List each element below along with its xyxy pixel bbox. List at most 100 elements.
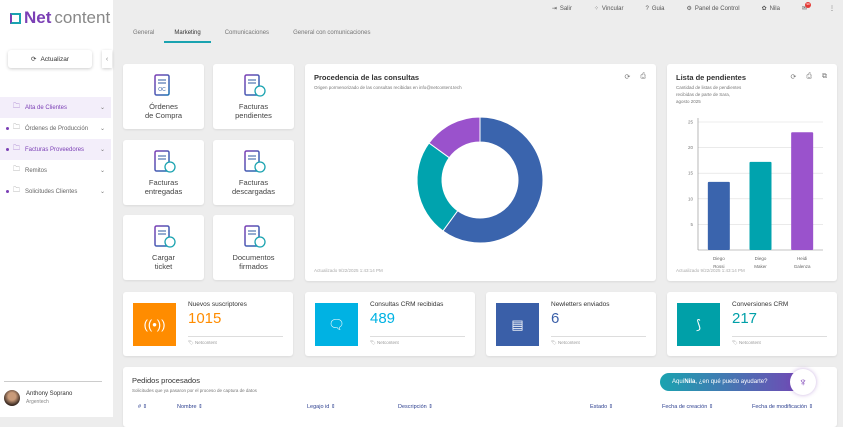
logo[interactable]: Net content	[10, 8, 110, 28]
collapse-sidebar-button[interactable]: ‹	[102, 50, 112, 68]
user-company: Argentech	[26, 399, 49, 405]
user-profile[interactable]: Anthony Soprano Argentech	[4, 381, 102, 406]
tile-4[interactable]: Cargar ticket	[123, 215, 204, 280]
tile-1[interactable]: Facturas pendientes	[213, 64, 294, 129]
column-header-label: Legajo id	[307, 404, 330, 410]
tile-5[interactable]: Documentos firmados	[213, 215, 294, 280]
tile-0[interactable]: OC Órdenes de Compra	[123, 64, 204, 129]
tab-general-comunicaciones[interactable]: General con comunicaciones	[283, 30, 380, 43]
column-header-label: Estado	[590, 404, 608, 410]
kpi-source: 🏷 Netcontent	[188, 340, 217, 346]
tag-icon: 🏷	[551, 340, 558, 345]
nila-button[interactable]: ✿ Nila	[762, 5, 780, 12]
kpi-value: 217	[732, 310, 758, 327]
kpi-source: 🏷 Netcontent	[732, 340, 761, 346]
x-tick-label: Diego	[755, 256, 767, 261]
assistant-bot-icon[interactable]: ♆	[790, 369, 816, 395]
sidebar-item-label: Órdenes de Producción	[25, 125, 89, 132]
sidebar-item-label: Alta de Clientes	[25, 104, 68, 111]
kpi-value: 6	[551, 310, 560, 327]
bar[interactable]	[749, 161, 772, 250]
column-header[interactable]: # ⇕	[138, 404, 147, 410]
kpi-card: ((•)) Nuevos suscriptores 1015 🏷 Netcontent	[123, 292, 293, 356]
kpi-title: Conversiones CRM	[732, 301, 789, 308]
tab-marketing[interactable]: Marketing	[164, 30, 211, 43]
refresh-button[interactable]: ⟳ Actualizar	[8, 50, 92, 68]
updated-text: Actualizado 9/22/2025 1:43:14 PM	[314, 268, 383, 273]
invoice-send-icon	[153, 149, 176, 173]
folder-icon: 🗀	[13, 166, 20, 173]
sidebar-item-facturas-proveedores[interactable]: 🗀 Facturas Proveedores ⌄	[0, 139, 111, 160]
sidebar-item-alta-clientes[interactable]: 🗀 Alta de Clientes ⌄	[0, 97, 111, 118]
signed-document-icon	[243, 224, 266, 248]
refresh-label: Actualizar	[40, 55, 69, 63]
kpi-title: Consultas CRM recibidas	[370, 301, 444, 308]
sidebar-item-label: Solicitudes Clientes	[25, 188, 78, 195]
column-header[interactable]: Fecha de modificación ⇕	[752, 404, 813, 410]
tag-icon: 🏷	[732, 340, 739, 345]
y-tick-label: 20	[688, 145, 694, 150]
more-menu-button[interactable]: ⋮	[829, 5, 835, 12]
tab-comunicaciones[interactable]: Comunicaciones	[215, 30, 279, 43]
bar[interactable]	[791, 132, 814, 250]
donut-card: Procedencia de las consultas Origen porm…	[305, 64, 656, 281]
help-icon: ?	[645, 5, 649, 12]
logout-label: Salir	[559, 6, 572, 12]
status-dot	[6, 127, 9, 130]
tile-label-line1: Facturas	[238, 101, 269, 111]
tile-label-line2: firmados	[239, 262, 268, 271]
tile-3[interactable]: Facturas descargadas	[213, 140, 294, 205]
tab-general[interactable]: General	[123, 30, 164, 43]
sidebar-item-ordenes-produccion[interactable]: 🗀 Órdenes de Producción ⌄	[0, 118, 111, 139]
link-icon: ⁘	[593, 6, 599, 12]
column-header[interactable]: Nombre ⇕	[177, 404, 203, 410]
donut-chart	[416, 116, 544, 244]
y-tick-label: 5	[690, 222, 693, 227]
brand-bold: Net	[24, 8, 52, 27]
avatar	[4, 390, 20, 406]
chevron-down-icon: ⌄	[99, 105, 105, 111]
tag-icon: 🏷	[370, 340, 377, 345]
column-header-label: #	[138, 404, 142, 410]
kpi-card: ⟆ Conversiones CRM 217 🏷 Netcontent	[667, 292, 837, 356]
tile-label-line2: pendientes	[235, 111, 272, 120]
column-header[interactable]: Legajo id ⇕	[307, 404, 335, 410]
column-header[interactable]: Estado ⇕	[590, 404, 613, 410]
column-header[interactable]: Descripción ⇕	[398, 404, 433, 410]
refresh-icon: ⟳	[31, 56, 37, 63]
user-name: Anthony Soprano	[26, 391, 73, 397]
nila-icon: ✿	[761, 6, 767, 12]
tag-icon: 🏷	[188, 340, 195, 345]
link-button[interactable]: ⁘ Vincular	[594, 5, 624, 12]
link-label: Vincular	[601, 6, 624, 12]
sort-icon: ⇕	[330, 404, 336, 410]
guide-button[interactable]: ? Guia	[645, 6, 664, 12]
chevron-down-icon: ⌄	[99, 147, 105, 153]
logout-button[interactable]: ⇥ Salir	[552, 5, 572, 12]
column-header-label: Descripción	[398, 404, 427, 410]
kpi-title: Nuevos suscriptores	[188, 301, 247, 308]
notifications-button[interactable]: ✉ 99	[802, 2, 811, 12]
folder-icon: 🗀	[13, 103, 20, 110]
sort-icon: ⇕	[428, 404, 433, 410]
donut-slice[interactable]	[416, 142, 459, 232]
logout-icon: ⇥	[551, 6, 557, 12]
bar[interactable]	[707, 181, 730, 250]
kpi-title: Newletters enviados	[551, 301, 610, 308]
brand-light: content	[54, 8, 111, 27]
tile-label-line1: Documentos	[232, 252, 275, 262]
column-header[interactable]: Fecha de creación ⇕	[662, 404, 713, 410]
updated-text: Actualizado 9/22/2025 1:43:14 PM	[676, 268, 745, 273]
kpi-value: 489	[370, 310, 396, 327]
chat-icon: 🗨	[315, 303, 358, 346]
folder-icon: 🗀	[13, 124, 20, 131]
sidebar-item-solicitudes-clientes[interactable]: 🗀 Solicitudes Clientes ⌄	[0, 181, 111, 202]
tile-2[interactable]: Facturas entregadas	[123, 140, 204, 205]
column-header-label: Fecha de creación	[662, 404, 708, 410]
control-panel-button[interactable]: ⚙ Panel de Control	[687, 5, 740, 12]
guide-label: Guia	[651, 5, 665, 12]
chevron-down-icon: ⌄	[99, 189, 105, 195]
ticket-add-icon	[153, 224, 176, 248]
sidebar-item-remitos[interactable]: 🗀 Remitos ⌄	[0, 160, 111, 181]
chevron-down-icon: ⌄	[99, 168, 105, 174]
